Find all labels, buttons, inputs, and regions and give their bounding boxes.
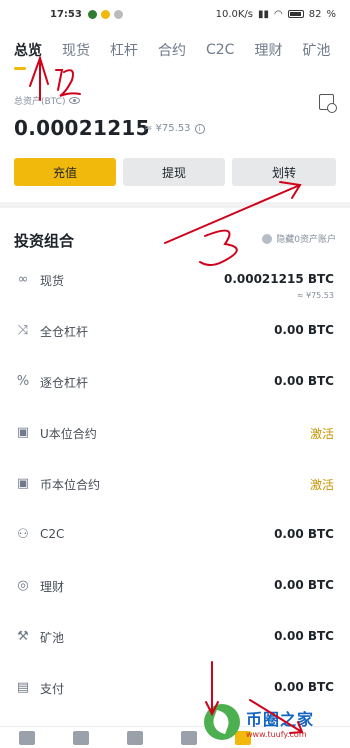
total-balance: 0.00021215 [14, 116, 150, 140]
chat-icon [113, 9, 123, 19]
hide-zero-label: 隐藏0资产账户 [276, 235, 336, 245]
watermark-logo [204, 704, 240, 740]
row-name: 全仓杠杆 [40, 325, 89, 339]
cross-margin-icon: ⤨ [17, 323, 29, 338]
account-row-cross-margin[interactable]: ⤨ 全仓杠杆 0.00 BTC [0, 307, 350, 358]
battery-level: 82 [308, 8, 322, 20]
spot-icon: ∞ [17, 272, 29, 287]
row-value: 0.00021215 BTC [223, 272, 334, 286]
isolated-margin-icon: % [16, 374, 30, 389]
row-value: 0.00 BTC [274, 527, 334, 541]
fiat-value: ≈ ¥75.53 [144, 123, 191, 134]
markets-icon[interactable] [73, 730, 89, 745]
activate-link[interactable]: 激活 [310, 425, 334, 442]
tab-overview[interactable]: 总览 [14, 40, 42, 70]
row-name: 逐仓杠杆 [40, 376, 89, 390]
network-speed: 10.0K/s [215, 8, 253, 20]
account-row-spot[interactable]: ∞ 现货 0.00021215 BTC ≈ ¥75.53 [0, 256, 350, 307]
account-tabs: 总览 现货 杠杆 合约 C2C 理财 矿池 [0, 28, 350, 72]
deposit-button[interactable]: 充值 [14, 158, 116, 186]
account-row-usdt-futures[interactable]: ▣ U本位合约 激活 [0, 409, 350, 460]
watermark-url: www.tuufy.com [246, 729, 307, 739]
wifi-icon: ◠ [274, 8, 283, 20]
row-name: 理财 [40, 580, 65, 594]
watermark: 币圈之家 www.tuufy.com [204, 700, 344, 744]
signal-icon: ▮▮ [258, 8, 270, 20]
row-name: C2C [40, 527, 65, 541]
row-name: 支付 [40, 682, 65, 696]
row-value: 0.00 BTC [274, 323, 334, 337]
account-row-coin-futures[interactable]: ▣ 币本位合约 激活 [0, 460, 350, 511]
account-row-c2c[interactable]: ⚇ C2C 0.00 BTC [0, 511, 350, 562]
row-name: 币本位合约 [40, 478, 101, 492]
trade-icon[interactable] [127, 730, 143, 745]
portfolio-title: 投资组合 [14, 232, 75, 250]
history-icon[interactable] [319, 94, 337, 113]
account-row-earn[interactable]: ◎ 理财 0.00 BTC [0, 562, 350, 613]
tab-pool[interactable]: 矿池 [302, 40, 330, 60]
pool-icon: ⚒ [17, 629, 29, 644]
watermark-title: 币圈之家 [246, 709, 315, 729]
tab-c2c[interactable]: C2C [206, 42, 234, 58]
status-right: 10.0K/s ▮▮ ◠ 82% [215, 8, 336, 20]
tab-earn[interactable]: 理财 [254, 40, 282, 60]
c2c-icon: ⚇ [17, 527, 29, 542]
info-icon[interactable]: i [194, 123, 205, 134]
coin-futures-icon: ▣ [16, 476, 30, 491]
tab-margin[interactable]: 杠杆 [110, 40, 138, 60]
portfolio-section: 投资组合 隐藏0资产账户 ∞ 现货 0.00021215 BTC ≈ ¥75.5… [0, 208, 350, 726]
row-fiat: ≈ ¥75.53 [296, 291, 334, 300]
account-row-pool[interactable]: ⚒ 矿池 0.00 BTC [0, 613, 350, 664]
status-bar: 17:53 10.0K/s ▮▮ ◠ 82% [0, 0, 350, 28]
battery-icon [287, 10, 304, 18]
hide-zero-toggle[interactable]: 隐藏0资产账户 [262, 232, 336, 245]
usdt-futures-icon: ▣ [16, 425, 30, 440]
app-icon [100, 9, 110, 19]
row-name: U本位合约 [40, 427, 97, 441]
row-value: 0.00 BTC [274, 374, 334, 388]
row-name: 矿池 [40, 631, 65, 645]
notification-icons [87, 9, 123, 19]
tab-spot[interactable]: 现货 [62, 40, 90, 60]
balance-fiat: ≈ ¥75.53 i [144, 123, 205, 134]
row-value: 0.00 BTC [274, 578, 334, 592]
total-asset-label: 总资产(BTC) [14, 94, 81, 107]
withdraw-button[interactable]: 提现 [123, 158, 225, 186]
status-time: 17:53 [50, 8, 82, 20]
home-icon[interactable] [19, 730, 35, 745]
tab-futures[interactable]: 合约 [158, 40, 186, 60]
activate-link[interactable]: 激活 [310, 476, 334, 493]
eye-icon[interactable] [69, 97, 81, 104]
row-name: 现货 [40, 274, 65, 288]
total-asset-text: 总资产(BTC) [14, 97, 66, 107]
pay-icon: ▤ [16, 680, 30, 695]
shield-icon [87, 9, 97, 19]
row-value: 0.00 BTC [274, 680, 334, 694]
asset-card: 总资产(BTC) 0.00021215 ≈ ¥75.53 i 充值 提现 划转 [0, 72, 350, 202]
transfer-button[interactable]: 划转 [232, 158, 336, 186]
futures-icon[interactable] [181, 730, 197, 745]
row-value: 0.00 BTC [274, 629, 334, 643]
account-row-isolated-margin[interactable]: % 逐仓杠杆 0.00 BTC [0, 358, 350, 409]
earn-icon: ◎ [17, 578, 29, 593]
check-icon[interactable] [262, 233, 273, 244]
